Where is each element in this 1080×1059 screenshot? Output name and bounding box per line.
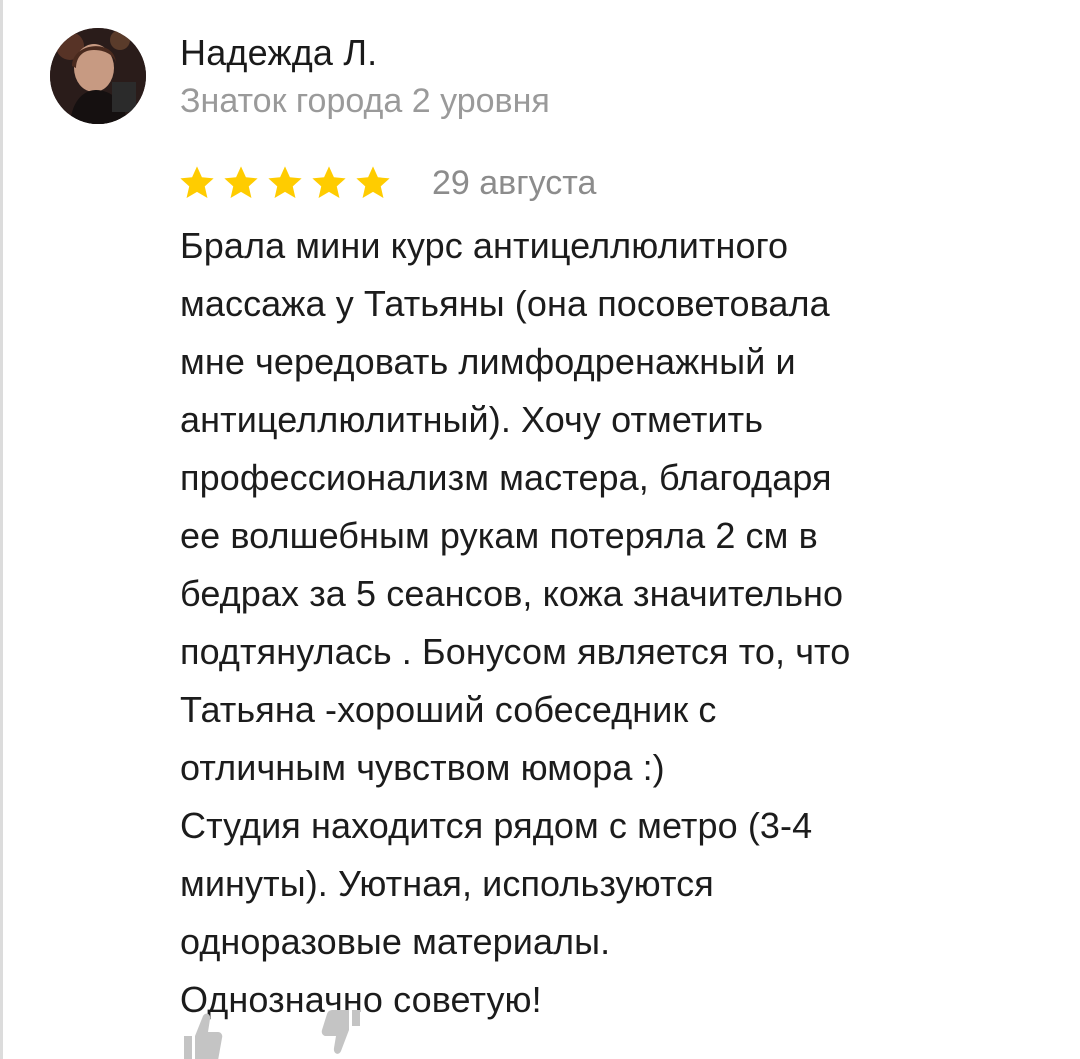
like-button[interactable] (180, 1010, 224, 1059)
dislike-button[interactable] (320, 1010, 364, 1059)
author-name[interactable]: Надежда Л. (180, 30, 377, 76)
review-card: Надежда Л. Знаток города 2 уровня 29 авг… (0, 0, 1080, 1059)
thumbs-up-icon (184, 1013, 223, 1059)
thumbs-down-icon (321, 1010, 360, 1054)
star-icon (180, 166, 214, 199)
avatar-photo (50, 28, 146, 124)
avatar[interactable] (50, 28, 146, 124)
review-text: Брала мини курс антицеллюлитного массажа… (180, 225, 851, 1020)
star-icon (312, 166, 346, 199)
star-rating (178, 164, 392, 202)
reaction-bar (180, 1010, 364, 1059)
star-icon (268, 166, 302, 199)
author-level: Знаток города 2 уровня (180, 82, 550, 120)
star-icon (224, 166, 258, 199)
review-date: 29 августа (432, 164, 597, 202)
star-icon (356, 166, 390, 199)
rating-row: 29 августа (178, 158, 596, 208)
